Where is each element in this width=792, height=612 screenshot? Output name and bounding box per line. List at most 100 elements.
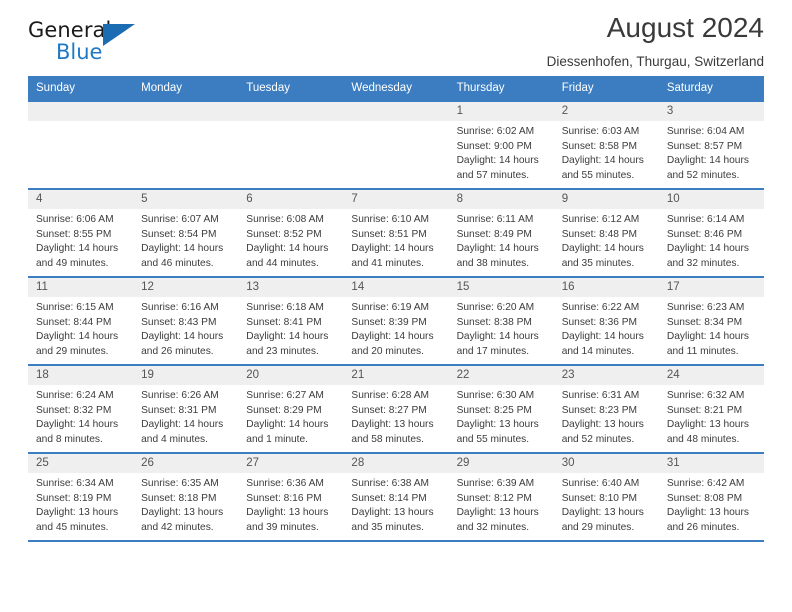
sunrise-text: Sunrise: 6:04 AM [666,126,745,137]
day-details: Sunrise: 6:34 AM Sunset: 8:19 PM Daylight:… [28,473,133,535]
sunrise-text: Sunrise: 6:16 AM [141,302,219,313]
day-details: Sunrise: 6:06 AM Sunset: 8:55 PM Daylight:… [28,209,133,271]
day-number [343,102,449,121]
page-title: August 2024 [606,12,764,43]
day-details: Sunrise: 6:15 AM Sunset: 8:44 PM Daylight:… [28,297,133,359]
sunset-text: Sunset: 8:58 PM [561,140,638,152]
day-cell-content: 5 Sunrise: 6:07 AM Sunset: 8:54 PM Daylight… [133,190,239,276]
calendar-day-cell[interactable]: 24 Sunrise: 6:32 AM Sunset: 8:21 PM Dayligh… [658,364,764,453]
daylight-text: Daylight: 14 hours and 41 minutes. [351,243,434,269]
day-details: Sunrise: 6:19 AM Sunset: 8:39 PM Daylight:… [343,297,448,359]
calendar-day-cell[interactable]: 16 Sunrise: 6:22 AM Sunset: 8:36 PM Dayligh… [553,276,659,365]
calendar-grid: Sunday Monday Tuesday Wednesday Thursday… [28,76,764,542]
daylight-text: Daylight: 13 hours and 48 minutes. [666,419,749,445]
day-cell-content [28,102,134,188]
day-cell-content: 23 Sunrise: 6:31 AM Sunset: 8:23 PM Dayligh… [553,366,659,452]
calendar-week-row: 4 Sunrise: 6:06 AM Sunset: 8:55 PM Daylight… [28,188,764,277]
sunrise-text: Sunrise: 6:34 AM [36,478,114,489]
calendar-day-cell[interactable]: 18 Sunrise: 6:24 AM Sunset: 8:32 PM Dayligh… [28,364,134,453]
calendar-day-cell[interactable]: 21 Sunrise: 6:28 AM Sunset: 8:27 PM Dayligh… [343,364,449,453]
day-cell-content: 12 Sunrise: 6:16 AM Sunset: 8:43 PM Dayligh… [133,278,239,364]
day-details: Sunrise: 6:24 AM Sunset: 8:32 PM Daylight:… [28,385,133,447]
calendar-day-cell[interactable]: 4 Sunrise: 6:06 AM Sunset: 8:55 PM Daylight… [28,188,134,277]
page-subtitle: Diessenhofen, Thurgau, Switzerland [546,54,764,69]
day-number: 29 [448,454,554,473]
calendar-day-cell[interactable]: 23 Sunrise: 6:31 AM Sunset: 8:23 PM Dayligh… [553,364,659,453]
sunset-text: Sunset: 8:23 PM [561,404,638,416]
day-number: 5 [133,190,239,209]
daylight-text: Daylight: 14 hours and 35 minutes. [561,243,644,269]
calendar-day-cell[interactable]: 1 Sunrise: 6:02 AM Sunset: 9:00 PM Daylight… [448,100,554,189]
title-block: August 2024 Diessenhofen, Thurgau, Switz… [547,0,764,69]
calendar-day-cell[interactable]: 10 Sunrise: 6:14 AM Sunset: 8:46 PM Dayligh… [658,188,764,277]
calendar-day-cell[interactable]: 29 Sunrise: 6:39 AM Sunset: 8:12 PM Dayligh… [448,452,554,542]
day-number: 21 [343,366,449,385]
calendar-day-cell[interactable]: 14 Sunrise: 6:19 AM Sunset: 8:39 PM Dayligh… [343,276,449,365]
sunrise-text: Sunrise: 6:32 AM [666,390,745,401]
calendar-day-cell[interactable]: 20 Sunrise: 6:27 AM Sunset: 8:29 PM Dayligh… [238,364,344,453]
calendar-day-cell[interactable]: 2 Sunrise: 6:03 AM Sunset: 8:58 PM Daylight… [553,100,659,189]
calendar-body: 1 Sunrise: 6:02 AM Sunset: 9:00 PM Daylight… [28,100,764,542]
calendar-day-cell[interactable]: 27 Sunrise: 6:36 AM Sunset: 8:16 PM Dayligh… [238,452,344,542]
calendar-day-cell[interactable]: 15 Sunrise: 6:20 AM Sunset: 8:38 PM Dayligh… [448,276,554,365]
day-number: 9 [553,190,659,209]
daylight-text: Daylight: 13 hours and 26 minutes. [666,507,749,533]
calendar-day-cell[interactable]: 8 Sunrise: 6:11 AM Sunset: 8:49 PM Daylight… [448,188,554,277]
day-details: Sunrise: 6:23 AM Sunset: 8:34 PM Daylight:… [659,297,764,359]
daylight-text: Daylight: 14 hours and 26 minutes. [141,331,224,357]
daylight-text: Daylight: 14 hours and 11 minutes. [666,331,749,357]
day-details: Sunrise: 6:42 AM Sunset: 8:08 PM Daylight:… [659,473,764,535]
sunrise-text: Sunrise: 6:40 AM [561,478,640,489]
calendar-day-cell[interactable]: 13 Sunrise: 6:18 AM Sunset: 8:41 PM Dayligh… [238,276,344,365]
day-cell-content: 10 Sunrise: 6:14 AM Sunset: 8:46 PM Dayligh… [658,190,764,276]
day-cell-content: 8 Sunrise: 6:11 AM Sunset: 8:49 PM Daylight… [448,190,554,276]
sunrise-text: Sunrise: 6:26 AM [141,390,219,401]
day-details: Sunrise: 6:30 AM Sunset: 8:25 PM Daylight:… [449,385,554,447]
calendar-day-cell[interactable]: 11 Sunrise: 6:15 AM Sunset: 8:44 PM Dayligh… [28,276,134,365]
day-cell-content [238,102,344,188]
calendar-day-cell[interactable]: 12 Sunrise: 6:16 AM Sunset: 8:43 PM Dayligh… [133,276,239,365]
sunset-text: Sunset: 8:55 PM [36,228,112,240]
day-cell-content: 21 Sunrise: 6:28 AM Sunset: 8:27 PM Dayligh… [343,366,449,452]
calendar-day-cell[interactable]: 17 Sunrise: 6:23 AM Sunset: 8:34 PM Dayligh… [658,276,764,365]
day-cell-content: 31 Sunrise: 6:42 AM Sunset: 8:08 PM Dayligh… [658,454,764,540]
day-details: Sunrise: 6:16 AM Sunset: 8:43 PM Daylight:… [133,297,238,359]
daylight-text: Daylight: 14 hours and 8 minutes. [36,419,119,445]
calendar-day-cell[interactable]: 9 Sunrise: 6:12 AM Sunset: 8:48 PM Daylight… [553,188,659,277]
general-blue-logo[interactable]: General Blue [28,18,146,70]
day-number: 1 [448,102,554,121]
sunrise-text: Sunrise: 6:24 AM [36,390,114,401]
calendar-day-cell[interactable]: 6 Sunrise: 6:08 AM Sunset: 8:52 PM Daylight… [238,188,344,277]
calendar-day-cell[interactable]: 22 Sunrise: 6:30 AM Sunset: 8:25 PM Dayligh… [448,364,554,453]
calendar-day-cell[interactable]: 19 Sunrise: 6:26 AM Sunset: 8:31 PM Dayligh… [133,364,239,453]
daylight-text: Daylight: 14 hours and 57 minutes. [456,155,539,181]
sunrise-text: Sunrise: 6:42 AM [666,478,745,489]
day-details: Sunrise: 6:03 AM Sunset: 8:58 PM Daylight:… [554,121,659,183]
sunset-text: Sunset: 8:12 PM [456,492,532,504]
calendar-day-cell[interactable]: 25 Sunrise: 6:34 AM Sunset: 8:19 PM Dayligh… [28,452,134,542]
sunset-text: Sunset: 8:54 PM [141,228,217,240]
sunrise-text: Sunrise: 6:31 AM [561,390,640,401]
calendar-day-cell[interactable]: 28 Sunrise: 6:38 AM Sunset: 8:14 PM Dayligh… [343,452,449,542]
daylight-text: Daylight: 14 hours and 1 minute. [246,419,329,445]
day-cell-content: 24 Sunrise: 6:32 AM Sunset: 8:21 PM Dayligh… [658,366,764,452]
calendar-day-cell[interactable]: 5 Sunrise: 6:07 AM Sunset: 8:54 PM Daylight… [133,188,239,277]
daylight-text: Daylight: 14 hours and 17 minutes. [456,331,539,357]
daylight-text: Daylight: 14 hours and 29 minutes. [36,331,119,357]
daylight-text: Daylight: 13 hours and 42 minutes. [141,507,224,533]
calendar-day-cell[interactable]: 3 Sunrise: 6:04 AM Sunset: 8:57 PM Daylight… [658,100,764,189]
day-cell-content: 19 Sunrise: 6:26 AM Sunset: 8:31 PM Dayligh… [133,366,239,452]
calendar-day-cell[interactable]: 31 Sunrise: 6:42 AM Sunset: 8:08 PM Dayligh… [658,452,764,542]
calendar-day-cell[interactable]: 30 Sunrise: 6:40 AM Sunset: 8:10 PM Dayligh… [553,452,659,542]
day-cell-content: 7 Sunrise: 6:10 AM Sunset: 8:51 PM Daylight… [343,190,449,276]
day-cell-content: 20 Sunrise: 6:27 AM Sunset: 8:29 PM Dayligh… [238,366,344,452]
calendar-day-cell[interactable]: 26 Sunrise: 6:35 AM Sunset: 8:18 PM Dayligh… [133,452,239,542]
sunrise-text: Sunrise: 6:15 AM [36,302,114,313]
sunrise-text: Sunrise: 6:10 AM [351,214,430,225]
sunset-text: Sunset: 8:44 PM [36,316,112,328]
day-number: 26 [133,454,239,473]
calendar-day-cell[interactable]: 7 Sunrise: 6:10 AM Sunset: 8:51 PM Daylight… [343,188,449,277]
day-details: Sunrise: 6:40 AM Sunset: 8:10 PM Daylight:… [554,473,659,535]
page-header: General Blue August 2024 Diessenhofen, T… [28,0,764,76]
sunrise-text: Sunrise: 6:30 AM [456,390,535,401]
